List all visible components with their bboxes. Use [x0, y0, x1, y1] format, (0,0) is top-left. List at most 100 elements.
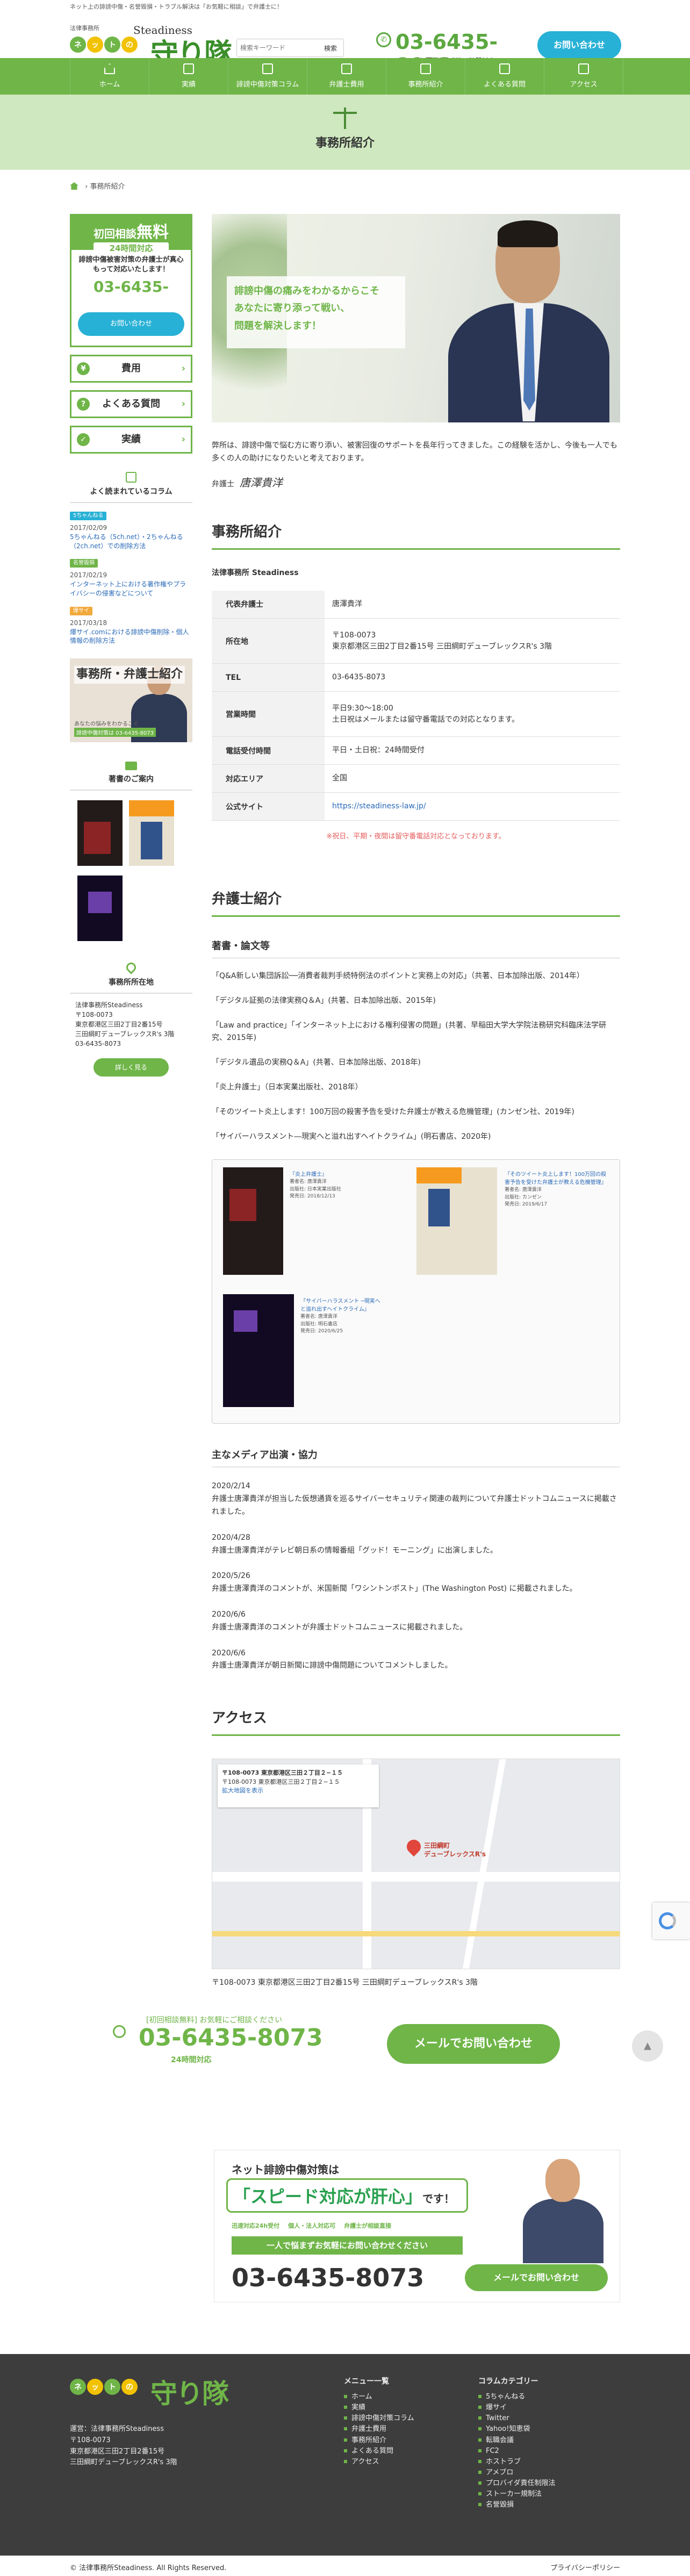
phone-icon [113, 2025, 126, 2038]
book-text: 『サイバーハラスメント ─現実へと溢れ出すヘイトクライム』 著者名: 唐澤貴洋 出… [300, 1297, 381, 1336]
float-mail-button[interactable]: メールでお問い合わせ [387, 2024, 560, 2064]
free-consult-tel[interactable]: 03-6435- [71, 278, 191, 296]
column-title[interactable]: 爆サイ.comにおける誹謗中傷削除・個人情報の削除方法 [70, 628, 189, 645]
sidebar-faq-button[interactable]: ? よくある質問 › [70, 390, 192, 418]
map-enlarge-link[interactable]: 拡大地図を表示 [222, 1786, 375, 1796]
address-postcode: 〒108-0073 [332, 630, 376, 640]
nav-results[interactable]: 実績 [149, 58, 228, 95]
media-list: 2020/2/14 弁護士唐澤貴洋が担当した仮想通貨を巡るサイバーセキュリティ関連… [212, 1480, 620, 1673]
official-site-link[interactable]: https://steadiness-law.jp/ [332, 802, 426, 810]
nav-home[interactable]: ホーム [70, 58, 149, 95]
footer-cat-item[interactable]: 名誉毀損 [478, 2500, 555, 2510]
map-pin-icon [124, 960, 138, 974]
book-cover-cyber[interactable] [77, 876, 123, 942]
scroll-top-icon[interactable]: ▲ [632, 2030, 663, 2062]
works-heading: 著書・論文等 [212, 938, 620, 959]
column-title[interactable]: 5ちゃんねる（5ch.net）・2ちゃんねる（2ch.net）での削除方法 [70, 533, 183, 550]
banner-mail-button[interactable]: メールでお問い合わせ [465, 2264, 608, 2291]
footer-menu-item[interactable]: 誹謗中傷対策コラム [344, 2413, 414, 2424]
footer-menu-item[interactable]: よくある質問 [344, 2446, 414, 2457]
popular-columns-title: よく読まれているコラム [90, 487, 172, 496]
nav-label: ホーム [99, 81, 120, 89]
nav-office[interactable]: 事務所紹介 [386, 58, 465, 95]
nav-label: 弁護士費用 [329, 81, 364, 89]
logo-circle: の [121, 37, 138, 53]
lawyer-intro-card[interactable]: 事務所・弁護士紹介 あなたの悩みをわかるこそ 誹謗中傷対策は 03-6435-8… [70, 658, 192, 743]
footer-cat-item[interactable]: 爆サイ [478, 2402, 555, 2413]
nav-column[interactable]: 誹謗中傷対策コラム [228, 58, 307, 95]
location-more-button[interactable]: 詳しく見る [94, 1058, 169, 1077]
nav-fee[interactable]: 弁護士費用 [307, 58, 386, 95]
footer-cat-item[interactable]: 5ちゃんねる [478, 2392, 555, 2402]
logo-circles: ネ ッ ト の [70, 2379, 138, 2395]
footer-cat-item[interactable]: Yahoo!知恵袋 [478, 2424, 555, 2435]
book-title[interactable]: 『そのツイート炎上します！100万回の殺害予告を受けた弁護士が教える危機管理』 [505, 1171, 607, 1187]
header-contact-button[interactable]: お問い合わせ [537, 31, 621, 59]
book-title[interactable]: 『炎上弁護士』 [290, 1171, 349, 1179]
office-name: 法律事務所 Steadiness [212, 568, 299, 577]
footer-menu-item[interactable]: 事務所紹介 [344, 2435, 414, 2446]
phone-icon: ✆ [376, 32, 391, 47]
banner-tel[interactable]: 03-6435-8073 [232, 2263, 424, 2292]
work-item: 「デジタル証拠の法律実務Q＆A」(共著、日本加除出版、2015年) [212, 996, 436, 1005]
book-cover-enjo[interactable] [77, 800, 123, 866]
column-item[interactable]: 名誉毀損 2017/02/19 インターネット上における著作権やプライバシーの侵… [70, 558, 192, 598]
work-item: 「デジタル遺品の実務Q＆A」(共著、日本加除出版、2018年) [212, 1058, 421, 1067]
search-button[interactable]: 検索 [320, 41, 341, 54]
media-date: 2020/2/14 [212, 1482, 250, 1491]
divider [70, 993, 192, 994]
footer-cat-item[interactable]: ストーカー規制法 [478, 2489, 555, 2500]
sidebar-results-button[interactable]: ✓ 実績 › [70, 426, 192, 454]
privacy-link[interactable]: プライバシーポリシー [550, 2562, 620, 2572]
sign-name: 唐澤貴洋 [240, 476, 283, 489]
footer-menu-item[interactable]: 実績 [344, 2402, 414, 2413]
table-key: 所在地 [212, 618, 325, 664]
footer-menu: メニュー一覧 ホーム 実績 誹謗中傷対策コラム 弁護士費用 事務所紹介 よくある… [344, 2376, 414, 2467]
banner-feature: 弁護士が相談直接 [344, 2222, 392, 2229]
media-heading: 主なメディア出演・協力 [212, 1447, 620, 1468]
footer-cat-item[interactable]: アメブロ [478, 2467, 555, 2478]
media-item: 2020/4/28 弁護士唐澤貴洋がテレビ朝日系の情報番組「グッド！モーニング」に… [212, 1532, 620, 1558]
site-logo[interactable]: 法律事務所 Steadiness ネ ッ ト の 守り隊 [70, 24, 232, 70]
column-item[interactable]: 5ちゃんねる 2017/02/09 5ちゃんねる（5ch.net）・2ちゃんねる… [70, 511, 192, 550]
footer-address-line: 運営：法律事務所Steadiness [70, 2425, 164, 2433]
address-line: 三田綱町デューブレックスR's 3階 [75, 1030, 175, 1038]
float-lead: [初回相談無料] お気軽にご相談ください [146, 2016, 283, 2025]
footer-cat-item[interactable]: ホストラブ [478, 2457, 555, 2467]
sidebar: 初回相談無料 24時間対応 誹謗中傷被害対策の弁護士が真心もって対応いたします！… [70, 214, 192, 1077]
logo-small: 法律事務所 [70, 25, 99, 32]
nav-faq[interactable]: よくある質問 [465, 58, 544, 95]
sidebar-fee-button[interactable]: ¥ 費用 › [70, 355, 192, 383]
home-icon[interactable] [70, 182, 78, 190]
sidebar-mail-button[interactable]: お問い合わせ [78, 312, 184, 336]
footer-menu-item[interactable]: 弁護士費用 [344, 2424, 414, 2435]
recaptcha-badge[interactable] [652, 1903, 690, 1939]
book-item[interactable]: 『サイバーハラスメント ─現実へと溢れ出すヘイトクライム』 著者名: 唐澤貴洋 出… [223, 1294, 384, 1408]
column-item[interactable]: 爆サイ 2017/03/18 爆サイ.comにおける誹謗中傷削除・個人情報の削除… [70, 606, 192, 645]
footer-cat-item[interactable]: Twitter [478, 2413, 555, 2424]
footer-menu-item[interactable]: ホーム [344, 2392, 414, 2402]
book-item[interactable]: 『炎上弁護士』 著者名: 唐澤貴洋 出版社: 日本実業出版社 発売日: 2018/… [223, 1167, 347, 1280]
footer-cat-item[interactable]: FC2 [478, 2446, 555, 2457]
sidebar-button-label: 費用 [121, 363, 141, 374]
float-tel-number[interactable]: 03-6435-8073 [139, 2024, 323, 2051]
nav-access[interactable]: アクセス [544, 58, 623, 95]
book-item[interactable]: 『そのツイート炎上します！100万回の殺害予告を受けた弁護士が教える危機管理』著… [416, 1167, 615, 1280]
search-input[interactable] [240, 42, 315, 53]
map-marker-icon[interactable] [404, 1836, 424, 1857]
hero-copy: 誹謗中傷の痛みをわかるからこそ あなたに寄り添って戦い、 問題を解決します！ [227, 276, 405, 348]
header-tel[interactable]: ✆ 03-6435-8073 [初回相談無料]24時間対応 [376, 30, 537, 77]
book-text: 『炎上弁護士』 著者名: 唐澤貴洋 出版社: 日本実業出版社 発売日: 2018/… [290, 1171, 349, 1201]
book-title[interactable]: 『サイバーハラスメント ─現実へと溢れ出すヘイトクライム』 [300, 1297, 381, 1314]
free-consult-box: 初回相談無料 24時間対応 誹謗中傷被害対策の弁護士が真心もって対応いたします！… [70, 214, 192, 347]
column-title[interactable]: インターネット上における著作権やプライバシーの侵害などについて [70, 580, 186, 597]
book-cover-tweet[interactable] [129, 800, 174, 866]
footer-logo[interactable]: ネ ッ ト の 守り隊 [70, 2372, 231, 2409]
table-key: 電話受付時間 [212, 736, 325, 765]
lawyer-card-sub2: あなたの悩みをわかるこそ [74, 721, 139, 728]
access-map[interactable]: 〒108-0073 東京都港区三田２丁目２−１５ 〒108-0073 東京都港区… [212, 1759, 620, 1970]
footer-cat-item[interactable]: 転職会議 [478, 2435, 555, 2446]
table-value[interactable]: 03-6435-8073 [325, 663, 620, 692]
footer-menu-item[interactable]: アクセス [344, 2457, 414, 2467]
footer-cat-item[interactable]: プロバイダ責任制限法 [478, 2478, 555, 2489]
